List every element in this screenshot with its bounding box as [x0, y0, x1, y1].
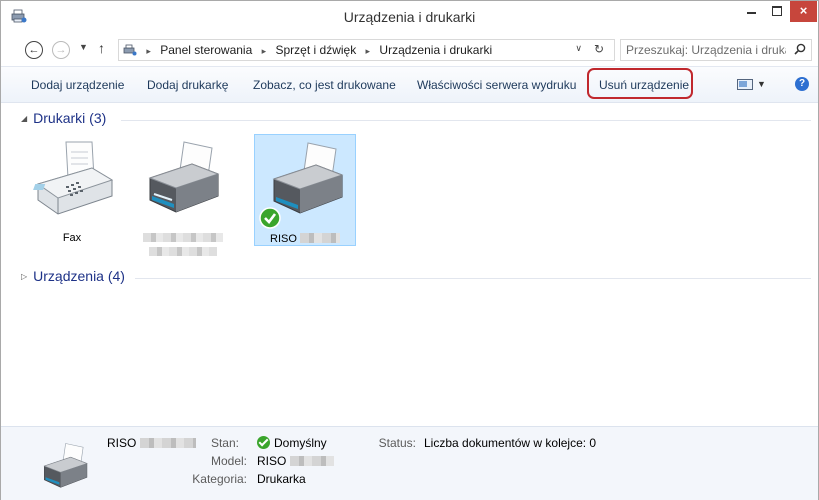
fax-icon [33, 141, 114, 215]
address-history-dropdown[interactable]: ∨ [575, 43, 582, 54]
obscured-device-name [149, 247, 217, 256]
search-icon[interactable] [794, 43, 806, 55]
category-label: Kategoria: [192, 472, 247, 486]
title-bar[interactable]: Urządzenia i drukarki × [1, 1, 818, 33]
status-value: Liczba dokumentów w kolejce: 0 [424, 436, 597, 450]
back-button[interactable]: ← [25, 41, 43, 59]
group-divider [121, 120, 811, 121]
devices-group-header[interactable]: ▷ Urządzenia (4) [21, 268, 125, 284]
status-label: Status: [378, 436, 416, 450]
maximize-icon [772, 6, 782, 16]
help-icon[interactable]: ? [795, 77, 809, 91]
device-label: Fax [62, 232, 82, 244]
add-device-button[interactable]: Dodaj urządzenie [31, 78, 124, 92]
remove-device-button[interactable]: Usuń urządzenie [599, 78, 689, 92]
view-options-dropdown[interactable]: ▼ [757, 79, 766, 89]
state-value: Domyślny [257, 436, 327, 450]
breadcrumb-hardware-sound[interactable]: Sprzęt i dźwięk [276, 43, 357, 57]
group-divider [135, 278, 811, 279]
device-printer[interactable] [131, 134, 233, 256]
change-view-icon[interactable] [737, 79, 753, 90]
category-value: Drukarka [257, 472, 306, 486]
maximize-button[interactable] [764, 1, 790, 22]
devices-printers-window: Urządzenia i drukarki × ← → ▼ ↑ ▸ Panel … [0, 0, 819, 500]
window-title: Urządzenia i drukarki [343, 9, 476, 25]
refresh-button[interactable]: ↻ [594, 42, 604, 56]
breadcrumb-separator[interactable]: ▸ [262, 46, 267, 56]
default-check-icon [257, 436, 270, 449]
navigation-bar: ← → ▼ ↑ ▸ Panel sterowania ▸ Sprzęt i dź… [1, 38, 818, 64]
close-button[interactable]: × [790, 1, 817, 22]
forward-button[interactable]: → [52, 41, 70, 59]
search-box[interactable] [620, 39, 812, 61]
printer-thumbnail-icon [43, 443, 88, 488]
minimize-icon [747, 12, 756, 14]
model-value: RISO [257, 454, 334, 468]
search-input[interactable] [626, 42, 786, 58]
close-icon: × [799, 3, 808, 18]
devices-location-icon [123, 44, 137, 56]
expand-triangle-icon[interactable]: ◢ [21, 114, 27, 123]
state-label: Stan: [210, 436, 239, 450]
add-printer-button[interactable]: Dodaj drukarkę [147, 78, 228, 92]
address-bar[interactable]: ▸ Panel sterowania ▸ Sprzęt i dźwięk ▸ U… [118, 39, 615, 61]
up-button[interactable]: ↑ [98, 40, 105, 56]
devices-group-label: Urządzenia (4) [33, 268, 125, 284]
see-whats-printing-button[interactable]: Zobacz, co jest drukowane [253, 78, 396, 92]
breadcrumb-separator[interactable]: ▸ [146, 46, 151, 56]
printers-group-label: Drukarki (3) [33, 110, 107, 126]
minimize-button[interactable] [738, 1, 764, 22]
details-device-name: RISO [107, 436, 196, 450]
device-riso-printer-selected[interactable]: RISO [254, 134, 356, 246]
device-label: RISO [255, 233, 355, 245]
default-check-icon [259, 207, 281, 229]
collapse-triangle-icon[interactable]: ▷ [21, 272, 27, 281]
breadcrumb-devices-printers[interactable]: Urządzenia i drukarki [379, 43, 492, 57]
obscured-device-name [143, 233, 223, 242]
details-pane: RISO Stan: Domyślny Status: Liczba dokum… [1, 426, 818, 500]
print-server-properties-button[interactable]: Właściwości serwera wydruku [417, 78, 576, 92]
command-bar: Dodaj urządzenie Dodaj drukarkę Zobacz, … [1, 66, 818, 103]
device-fax[interactable]: Fax [21, 134, 123, 246]
recent-locations-button[interactable]: ▼ [79, 42, 88, 52]
breadcrumb-control-panel[interactable]: Panel sterowania [160, 43, 252, 57]
model-label: Model: [210, 454, 247, 468]
breadcrumb-separator[interactable]: ▸ [366, 46, 371, 56]
printers-group-header[interactable]: ◢ Drukarki (3) [21, 110, 106, 126]
breadcrumb: ▸ Panel sterowania ▸ Sprzęt i dźwięk ▸ U… [123, 43, 492, 57]
printer-icon [148, 141, 220, 213]
